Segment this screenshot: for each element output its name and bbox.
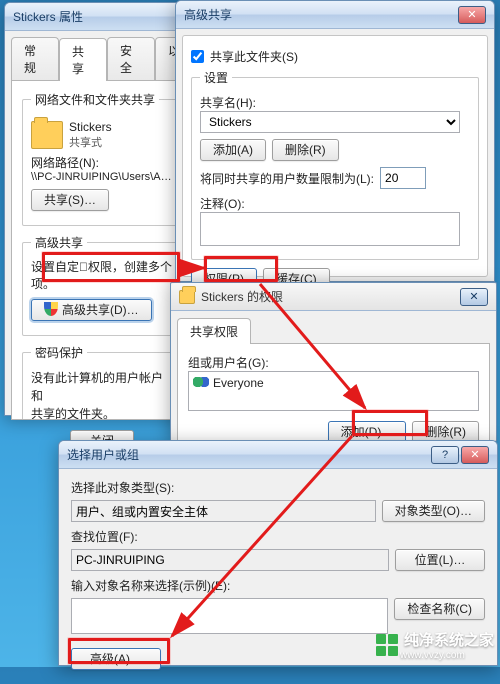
select-title: 选择用户或组: [67, 446, 139, 463]
advanced-share-button[interactable]: 高级共享(D)…: [31, 299, 152, 321]
tab-share-permissions[interactable]: 共享权限: [177, 318, 251, 344]
properties-titlebar[interactable]: Stickers 属性: [5, 3, 199, 31]
advanced-share-note: 设置自定 权限，创建多个 项。: [31, 259, 173, 293]
everyone-label: Everyone: [213, 376, 264, 390]
advanced-share-button-label: 高级共享(D)…: [62, 303, 139, 317]
tab-security[interactable]: 安全: [107, 37, 155, 80]
perm-tabs: 共享权限: [177, 317, 490, 343]
location-label: 查找位置(F):: [71, 528, 485, 545]
properties-tabs: 常规 共享 安全 以: [11, 37, 193, 80]
close-icon[interactable]: ✕: [458, 6, 486, 24]
share-folder-checkbox[interactable]: [191, 50, 204, 63]
share-folder-label: 共享此文件夹(S): [210, 48, 298, 65]
adv-title: 高级共享: [184, 6, 232, 23]
check-names-button[interactable]: 检查名称(C): [394, 598, 485, 620]
share-name-label: 共享名(H):: [200, 94, 470, 111]
advanced-share-legend: 高级共享: [31, 234, 87, 251]
close-icon[interactable]: ✕: [460, 288, 488, 306]
perm-title: Stickers 的权限: [201, 288, 283, 305]
share-name-select[interactable]: Stickers: [200, 111, 460, 133]
list-item[interactable]: Everyone: [189, 374, 478, 392]
adv-add-button[interactable]: 添加(A): [200, 139, 266, 161]
window-title: Stickers 属性: [13, 8, 83, 25]
object-names-label: 输入对象名称来选择(示例)(E):: [71, 577, 485, 594]
notes-textarea[interactable]: [200, 212, 460, 246]
watermark: 纯净系统之家 www.vvzy.com: [376, 629, 494, 661]
network-path-value: \\PC-JINRUIPING\Users\A…: [31, 171, 173, 183]
object-names-textarea[interactable]: [71, 598, 388, 634]
share-button[interactable]: 共享(S)…: [31, 189, 109, 211]
watermark-name: 纯净系统之家: [404, 629, 494, 650]
network-share-legend: 网络文件和文件夹共享: [31, 91, 159, 108]
watermark-url: www.vvzy.com: [400, 650, 494, 661]
tab-sharing-page: 网络文件和文件夹共享 Stickers 共享式 网络路径(N): \\PC-JI…: [11, 80, 193, 420]
tab-general[interactable]: 常规: [11, 37, 59, 80]
shield-icon: [44, 302, 58, 316]
password-note-1: 没有此计算机的用户帐户和 共享的文件夹。: [31, 369, 173, 420]
users-icon: [193, 377, 209, 389]
advanced-sharing-window: 高级共享 ✕ 共享此文件夹(S) 设置 共享名(H): Stickers 添加(…: [175, 0, 495, 282]
password-protect-legend: 密码保护: [31, 344, 87, 361]
share-status: 共享式: [69, 134, 112, 150]
folder-icon: [31, 121, 63, 149]
location-field: [71, 549, 389, 571]
watermark-logo-icon: [376, 634, 398, 656]
perm-titlebar[interactable]: Stickers 的权限 ✕: [171, 283, 496, 311]
locations-button[interactable]: 位置(L)…: [395, 549, 485, 571]
folder-icon: [179, 290, 195, 304]
group-users-list[interactable]: Everyone: [188, 371, 479, 411]
help-icon[interactable]: ?: [431, 446, 459, 464]
limit-label: 将同时共享的用户数量限制为(L):: [200, 170, 374, 187]
share-checkbox-row[interactable]: 共享此文件夹(S): [191, 48, 479, 65]
adv-remove-button[interactable]: 删除(R): [272, 139, 339, 161]
settings-legend: 设置: [200, 69, 232, 86]
select-titlebar[interactable]: 选择用户或组 ? ✕: [59, 441, 497, 469]
settings-group: 设置 共享名(H): Stickers 添加(A) 删除(R) 将同时共享的用户…: [191, 69, 479, 260]
password-protect-group: 密码保护 没有此计算机的用户帐户和 共享的文件夹。 若要更改此设置，请使用: [22, 344, 182, 420]
folder-name: Stickers: [69, 120, 112, 134]
advanced-share-group: 高级共享 设置自定 权限，创建多个 项。 高级共享(D)…: [22, 234, 182, 336]
tab-sharing[interactable]: 共享: [59, 38, 107, 81]
object-type-field: [71, 500, 376, 522]
object-types-button[interactable]: 对象类型(O)…: [382, 500, 485, 522]
adv-titlebar[interactable]: 高级共享 ✕: [176, 1, 494, 29]
network-path-label: 网络路径(N):: [31, 154, 173, 171]
notes-label: 注释(O):: [200, 195, 470, 212]
network-share-group: 网络文件和文件夹共享 Stickers 共享式 网络路径(N): \\PC-JI…: [22, 91, 182, 226]
object-type-label: 选择此对象类型(S):: [71, 479, 485, 496]
close-icon[interactable]: ✕: [461, 446, 489, 464]
limit-spinner[interactable]: [380, 167, 426, 189]
permissions-window: Stickers 的权限 ✕ 共享权限 组或用户名(G): Everyone 添…: [170, 282, 497, 442]
group-users-label: 组或用户名(G):: [188, 354, 479, 371]
